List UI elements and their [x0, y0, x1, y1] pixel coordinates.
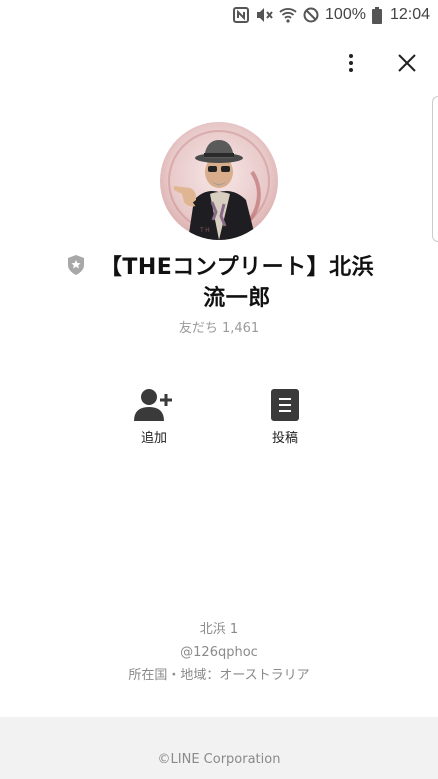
posts-button[interactable]: 投稿 [250, 388, 320, 446]
mute-icon [255, 7, 273, 23]
copyright: ©LINE Corporation [157, 752, 281, 767]
battery-icon [371, 6, 382, 24]
block-icon [303, 7, 319, 23]
official-badge-icon [66, 254, 86, 276]
side-panel-handle[interactable] [432, 96, 438, 242]
nfc-icon [233, 7, 250, 23]
battery-percent: 100% [325, 6, 366, 23]
more-options-button[interactable] [334, 46, 368, 80]
profile-actions: 追加 投稿 [0, 388, 438, 458]
add-user-icon [134, 389, 172, 421]
profile-avatar[interactable]: T H [160, 122, 278, 240]
friends-count: 友だち 1,461 [178, 321, 260, 336]
close-button[interactable] [390, 46, 424, 80]
header-actions [334, 46, 424, 80]
account-name: 【THEコンプリート】北浜流一郎 [99, 255, 375, 311]
add-label: 追加 [140, 431, 167, 446]
footer [0, 717, 438, 779]
account-info: 北浜 1 @126qphoc 所在国・地域：オーストラリア [0, 618, 438, 687]
account-id: @126qphoc [180, 645, 258, 660]
add-friend-button[interactable]: 追加 [119, 388, 189, 446]
clock: 12:04 [389, 6, 430, 23]
more-vertical-icon [349, 54, 353, 72]
document-icon [271, 389, 299, 421]
account-region: 所在国・地域：オーストラリア [128, 668, 310, 683]
post-label: 投稿 [271, 431, 298, 446]
close-icon [398, 54, 416, 72]
wifi-icon [279, 7, 297, 23]
account-display-name: 北浜 1 [199, 622, 239, 637]
status-bar: 100% 12:04 [0, 0, 438, 30]
svg-text:T H: T H [200, 228, 210, 234]
